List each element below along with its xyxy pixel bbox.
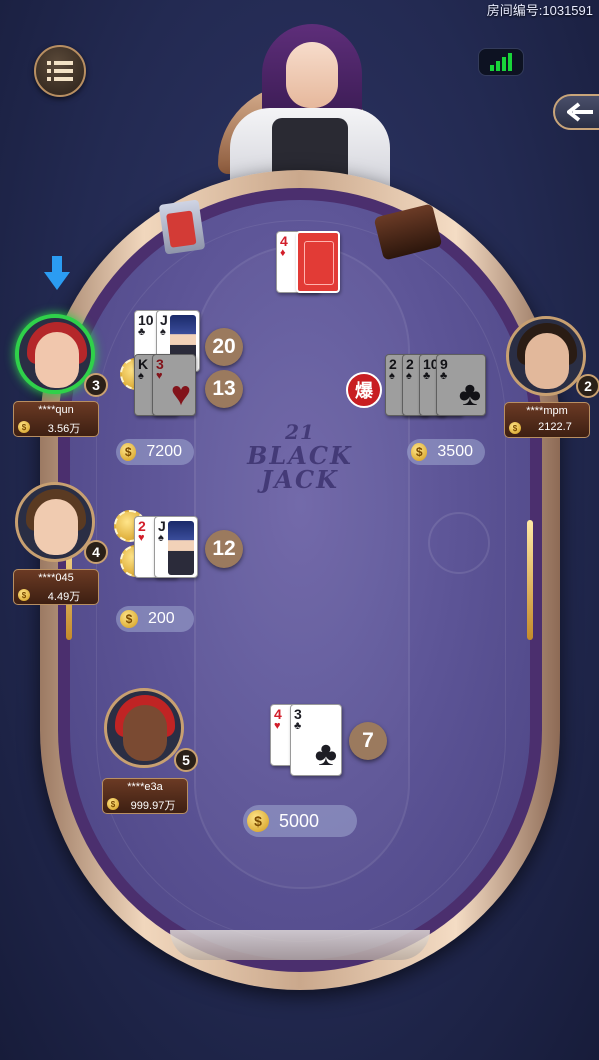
nameplate-seat-3: ****qun $ 3.56万 bbox=[13, 401, 99, 437]
seat-number-badge: 3 bbox=[84, 373, 108, 397]
avatar-seat-3[interactable] bbox=[15, 314, 95, 394]
nameplate-seat-5: ****e3a $ 999.97万 bbox=[102, 778, 188, 814]
player-balance: 3.56万 bbox=[47, 423, 81, 435]
hand-score: 7 bbox=[349, 722, 387, 760]
card-suit: ♦ bbox=[280, 247, 286, 259]
bet-value: 7200 bbox=[146, 443, 182, 460]
card: 3 ♣ ♣ bbox=[290, 704, 342, 776]
card-rank: 2 bbox=[138, 518, 146, 534]
card-suit: ♠ bbox=[406, 370, 412, 382]
menu-button[interactable] bbox=[34, 45, 86, 97]
down-arrow-icon bbox=[44, 256, 70, 290]
list-icon bbox=[47, 61, 73, 81]
card-shoe bbox=[158, 199, 206, 255]
seat-number-badge: 4 bbox=[84, 540, 108, 564]
empty-seat-slot bbox=[428, 512, 490, 574]
card-suit: ♥ bbox=[138, 532, 145, 544]
card-rank: 2 bbox=[389, 356, 397, 372]
card-suit: ♣ bbox=[440, 370, 448, 382]
card: 9 ♣ ♣ bbox=[436, 354, 486, 416]
card-suit: ♠ bbox=[158, 532, 164, 544]
player-name: ****mpm bbox=[526, 405, 568, 417]
nameplate-seat-4: ****045 $ 4.49万 bbox=[13, 569, 99, 605]
coin-icon: $ bbox=[18, 589, 30, 601]
card-rank: 4 bbox=[280, 233, 288, 249]
player-name: ****e3a bbox=[127, 781, 163, 793]
coin-icon: $ bbox=[120, 610, 138, 628]
nameplate-seat-2: ****mpm $ 2122.7 bbox=[504, 402, 590, 438]
right-gold-rail bbox=[527, 520, 533, 640]
hand-score: 13 bbox=[205, 370, 243, 408]
coin-icon: $ bbox=[120, 443, 137, 461]
coin-icon: $ bbox=[107, 798, 119, 810]
dealer-face bbox=[286, 42, 338, 108]
avatar-seat-2[interactable] bbox=[506, 316, 586, 396]
card-suit: ♣ bbox=[138, 326, 146, 338]
bet-amount: $ 200 bbox=[116, 606, 194, 632]
player-balance: 2122.7 bbox=[538, 421, 572, 433]
bet-value: 5000 bbox=[279, 810, 320, 831]
card-pip: ♣ bbox=[458, 375, 481, 413]
card-pip: ♣ bbox=[314, 735, 337, 773]
coin-icon: $ bbox=[509, 422, 521, 434]
card-rank: 3 bbox=[294, 706, 302, 722]
coin-icon: $ bbox=[18, 421, 30, 433]
card-rank: J bbox=[158, 518, 166, 534]
bet-value: 3500 bbox=[437, 443, 473, 460]
card-suit: ♣ bbox=[423, 370, 431, 382]
bottom-rail bbox=[170, 930, 430, 960]
card-rank: 10 bbox=[138, 312, 154, 328]
card-rank: 2 bbox=[406, 356, 414, 372]
player-balance: 4.49万 bbox=[47, 591, 81, 603]
card-rank: 4 bbox=[274, 706, 282, 722]
hand-score: 12 bbox=[205, 530, 243, 568]
bet-value: 200 bbox=[148, 610, 175, 627]
bet-amount: $ 5000 bbox=[243, 805, 357, 837]
card-suit: ♠ bbox=[160, 326, 166, 338]
card-rank: J bbox=[160, 312, 168, 328]
card-suit: ♠ bbox=[138, 370, 144, 382]
card: J ♠ bbox=[154, 516, 198, 578]
avatar-seat-4[interactable] bbox=[15, 482, 95, 562]
hand-score: 20 bbox=[205, 328, 243, 366]
seat-number-badge: 2 bbox=[576, 374, 599, 398]
card-pip: ♥ bbox=[170, 375, 191, 413]
back-arrow-icon bbox=[567, 102, 593, 122]
card-rank: 3 bbox=[156, 356, 164, 372]
card-suit: ♣ bbox=[294, 720, 302, 732]
bet-amount: $ 7200 bbox=[116, 439, 194, 465]
card: 3 ♥ ♥ bbox=[152, 354, 196, 416]
logo-line2: JACK bbox=[261, 465, 339, 494]
card-suit: ♥ bbox=[274, 720, 281, 732]
room-id: 房间编号:1031591 bbox=[486, 3, 593, 18]
card-suit: ♥ bbox=[156, 370, 163, 382]
player-balance: 999.97万 bbox=[130, 800, 176, 812]
avatar-seat-5[interactable] bbox=[104, 688, 184, 768]
player-name: ****045 bbox=[38, 572, 74, 584]
back-button[interactable] bbox=[553, 94, 599, 130]
card-rank: 9 bbox=[440, 356, 448, 372]
blackjack-logo: 21 BLACK JACK bbox=[225, 420, 375, 492]
card-suit: ♠ bbox=[389, 370, 395, 382]
seat-number-badge: 5 bbox=[174, 748, 198, 772]
card-rank: K bbox=[138, 356, 149, 372]
coin-icon: $ bbox=[411, 443, 428, 461]
bet-amount: $ 3500 bbox=[407, 439, 485, 465]
player-name: ****qun bbox=[38, 404, 74, 416]
bust-badge: 爆 bbox=[346, 372, 382, 408]
coin-icon: $ bbox=[247, 810, 269, 832]
dealer-hole-card bbox=[296, 231, 340, 293]
signal-strength-icon bbox=[478, 48, 524, 76]
